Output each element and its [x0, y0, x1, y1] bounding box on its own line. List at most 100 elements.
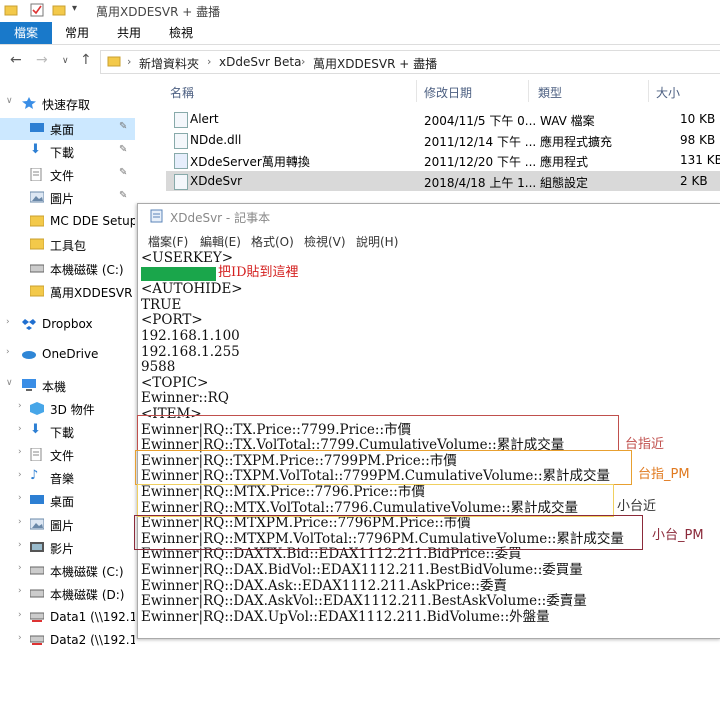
expand-arrow-icon[interactable]: › — [18, 424, 22, 434]
sidebar-item-downloads[interactable]: ⬇ 下載 ✎ — [0, 141, 135, 163]
expand-arrow-icon[interactable]: › — [18, 540, 22, 550]
menu-edit[interactable]: 編輯(E) — [200, 233, 241, 250]
sidebar-item-quick-access[interactable]: ∨ 快速存取 — [0, 93, 135, 115]
expand-arrow-icon[interactable]: › — [18, 447, 22, 457]
column-header-type[interactable]: 類型 — [538, 84, 562, 101]
sidebar-item-3d-objects[interactable]: › 3D 物件 — [0, 398, 135, 420]
sidebar-item-toolkit[interactable]: 工具包 — [0, 234, 135, 256]
column-header-name[interactable]: 名稱 — [170, 84, 194, 101]
sidebar-item-this-pc[interactable]: ∨ 本機 — [0, 375, 135, 397]
sidebar-item-documents[interactable]: 文件 ✎ — [0, 164, 135, 186]
file-date: 2011/12/14 下午 ... — [424, 135, 537, 149]
pin-icon[interactable]: ✎ — [119, 190, 127, 201]
text-line: Ewinner|RQ::DAX.BidVol::EDAX1112.211.Bes… — [141, 562, 583, 578]
sidebar-item-mc-dde-setup[interactable]: MC DDE Setup — [0, 211, 135, 233]
tab-view[interactable]: 檢視 — [166, 22, 196, 44]
breadcrumb[interactable]: › 新增資料夾 › xDdeSvr Beta › 萬用XDDESVR + 盡播 — [100, 50, 720, 74]
sidebar-item-data2[interactable]: › Data2 (\\192.16 — [0, 630, 135, 652]
cloud-icon — [22, 348, 36, 360]
sidebar-item-music[interactable]: › ♪ 音樂 — [0, 467, 135, 489]
sidebar-item-local-disk-c-pc[interactable]: › 本機磁碟 (C:) — [0, 560, 135, 582]
sidebar-item-downloads-pc[interactable]: › ⬇ 下載 — [0, 421, 135, 443]
sidebar-item-desktop[interactable]: 桌面 ✎ — [0, 118, 135, 140]
expand-arrow-icon[interactable]: › — [18, 586, 22, 596]
pin-icon[interactable]: ✎ — [119, 121, 127, 132]
picture-icon — [29, 518, 45, 530]
sidebar-item-desktop-pc[interactable]: › 桌面 — [0, 490, 135, 512]
notepad-title-bar[interactable]: XDdeSvr - 記事本 — [138, 204, 720, 228]
sidebar-item-pictures[interactable]: 圖片 ✎ — [0, 187, 135, 209]
expand-arrow-icon[interactable]: › — [18, 470, 22, 480]
expand-arrow-icon[interactable]: › — [18, 401, 22, 411]
expand-arrow-icon[interactable]: ∨ — [6, 378, 13, 388]
forward-arrow-icon[interactable]: → — [36, 52, 48, 68]
new-folder-icon[interactable] — [52, 3, 66, 17]
redacted-user-key — [141, 267, 216, 281]
config-file-icon — [174, 174, 188, 190]
back-arrow-icon[interactable]: ← — [10, 52, 22, 68]
recent-locations-icon[interactable]: ∨ — [62, 56, 69, 66]
column-divider[interactable] — [528, 80, 529, 102]
tab-home[interactable]: 常用 — [62, 22, 92, 44]
sidebar-item-label: 下載 — [50, 426, 75, 440]
pin-icon[interactable]: ✎ — [119, 144, 127, 155]
sidebar-item-local-disk-c[interactable]: 本機磁碟 (C:) — [0, 258, 135, 280]
desktop-icon — [30, 122, 44, 134]
column-header-date[interactable]: 修改日期 — [424, 84, 472, 101]
expand-arrow-icon[interactable]: › — [18, 517, 22, 527]
sidebar-item-onedrive[interactable]: › OneDrive — [0, 344, 135, 366]
menu-help[interactable]: 說明(H) — [356, 233, 398, 250]
up-arrow-icon[interactable]: ↑ — [80, 52, 92, 68]
file-size: 2 KB — [680, 174, 708, 188]
file-row-selected[interactable]: XDdeSvr 2018/4/18 上午 1... 組態設定 2 KB — [166, 171, 720, 191]
sidebar-item-data1[interactable]: › Data1 (\\192.16 — [0, 607, 135, 629]
tab-file[interactable]: 檔案 — [0, 22, 52, 44]
app-menu-icon[interactable] — [4, 3, 18, 17]
download-icon: ⬇ — [30, 142, 41, 157]
file-row[interactable]: XDdeServer萬用轉換 2011/12/20 下午 ... 應用程式 13… — [166, 150, 720, 170]
network-drive-icon — [29, 634, 45, 646]
sidebar-item-label: Dropbox — [42, 317, 93, 331]
sidebar-item-label: 文件 — [50, 169, 75, 183]
sidebar-item-local-disk-d[interactable]: › 本機磁碟 (D:) — [0, 583, 135, 605]
menu-format[interactable]: 格式(O) — [251, 233, 294, 250]
breadcrumb-item[interactable]: xDdeSvr Beta — [219, 55, 301, 69]
sidebar-item-label: MC DDE Setup — [50, 214, 135, 228]
menu-file[interactable]: 檔案(F) — [148, 233, 188, 250]
expand-arrow-icon[interactable]: ∨ — [6, 96, 13, 106]
menu-view[interactable]: 檢視(V) — [304, 233, 346, 250]
expand-arrow-icon[interactable]: › — [18, 563, 22, 573]
column-divider[interactable] — [416, 80, 417, 102]
breadcrumb-separator-icon: › — [127, 55, 132, 68]
expand-arrow-icon[interactable]: › — [18, 633, 22, 643]
sidebar-item-documents-pc[interactable]: › 文件 — [0, 444, 135, 466]
column-divider[interactable] — [648, 80, 649, 102]
sidebar-item-label: 本機磁碟 (D:) — [50, 588, 125, 602]
tab-share[interactable]: 共用 — [114, 22, 144, 44]
expand-arrow-icon[interactable]: › — [6, 317, 10, 327]
expand-arrow-icon[interactable]: › — [18, 610, 22, 620]
file-row[interactable]: Alert 2004/11/5 下午 0... WAV 檔案 10 KB — [166, 109, 720, 129]
file-type: WAV 檔案 — [540, 114, 595, 128]
sidebar-item-xddesvr-folder[interactable]: 萬用XDDESVR - — [0, 281, 135, 303]
column-header-size[interactable]: 大小 — [656, 84, 680, 101]
sidebar-item-label: 萬用XDDESVR - — [50, 286, 135, 300]
notepad-menu-bar: 檔案(F) 編輯(E) 格式(O) 檢視(V) 說明(H) — [138, 231, 720, 251]
file-name: Alert — [190, 112, 219, 126]
text-line: 192.168.1.100 — [141, 328, 240, 344]
properties-checkbox-icon[interactable] — [30, 3, 44, 17]
file-row[interactable]: NDde.dll 2011/12/14 下午 ... 應用程式擴充 98 KB — [166, 130, 720, 150]
sidebar-item-pictures-pc[interactable]: › 圖片 — [0, 514, 135, 536]
pin-icon[interactable]: ✎ — [119, 167, 127, 178]
quick-access-dropdown-icon[interactable]: ▾ — [72, 3, 86, 17]
highlight-box-tx — [137, 415, 619, 451]
breadcrumb-item[interactable]: 新增資料夾 — [139, 55, 199, 72]
audio-file-icon — [174, 112, 188, 128]
sidebar-item-label: 工具包 — [50, 239, 87, 253]
sidebar-item-videos[interactable]: › 影片 — [0, 537, 135, 559]
expand-arrow-icon[interactable]: › — [18, 493, 22, 503]
folder-icon — [29, 238, 45, 250]
breadcrumb-item[interactable]: 萬用XDDESVR + 盡播 — [313, 55, 437, 72]
expand-arrow-icon[interactable]: › — [6, 347, 10, 357]
sidebar-item-dropbox[interactable]: › Dropbox — [0, 314, 135, 336]
